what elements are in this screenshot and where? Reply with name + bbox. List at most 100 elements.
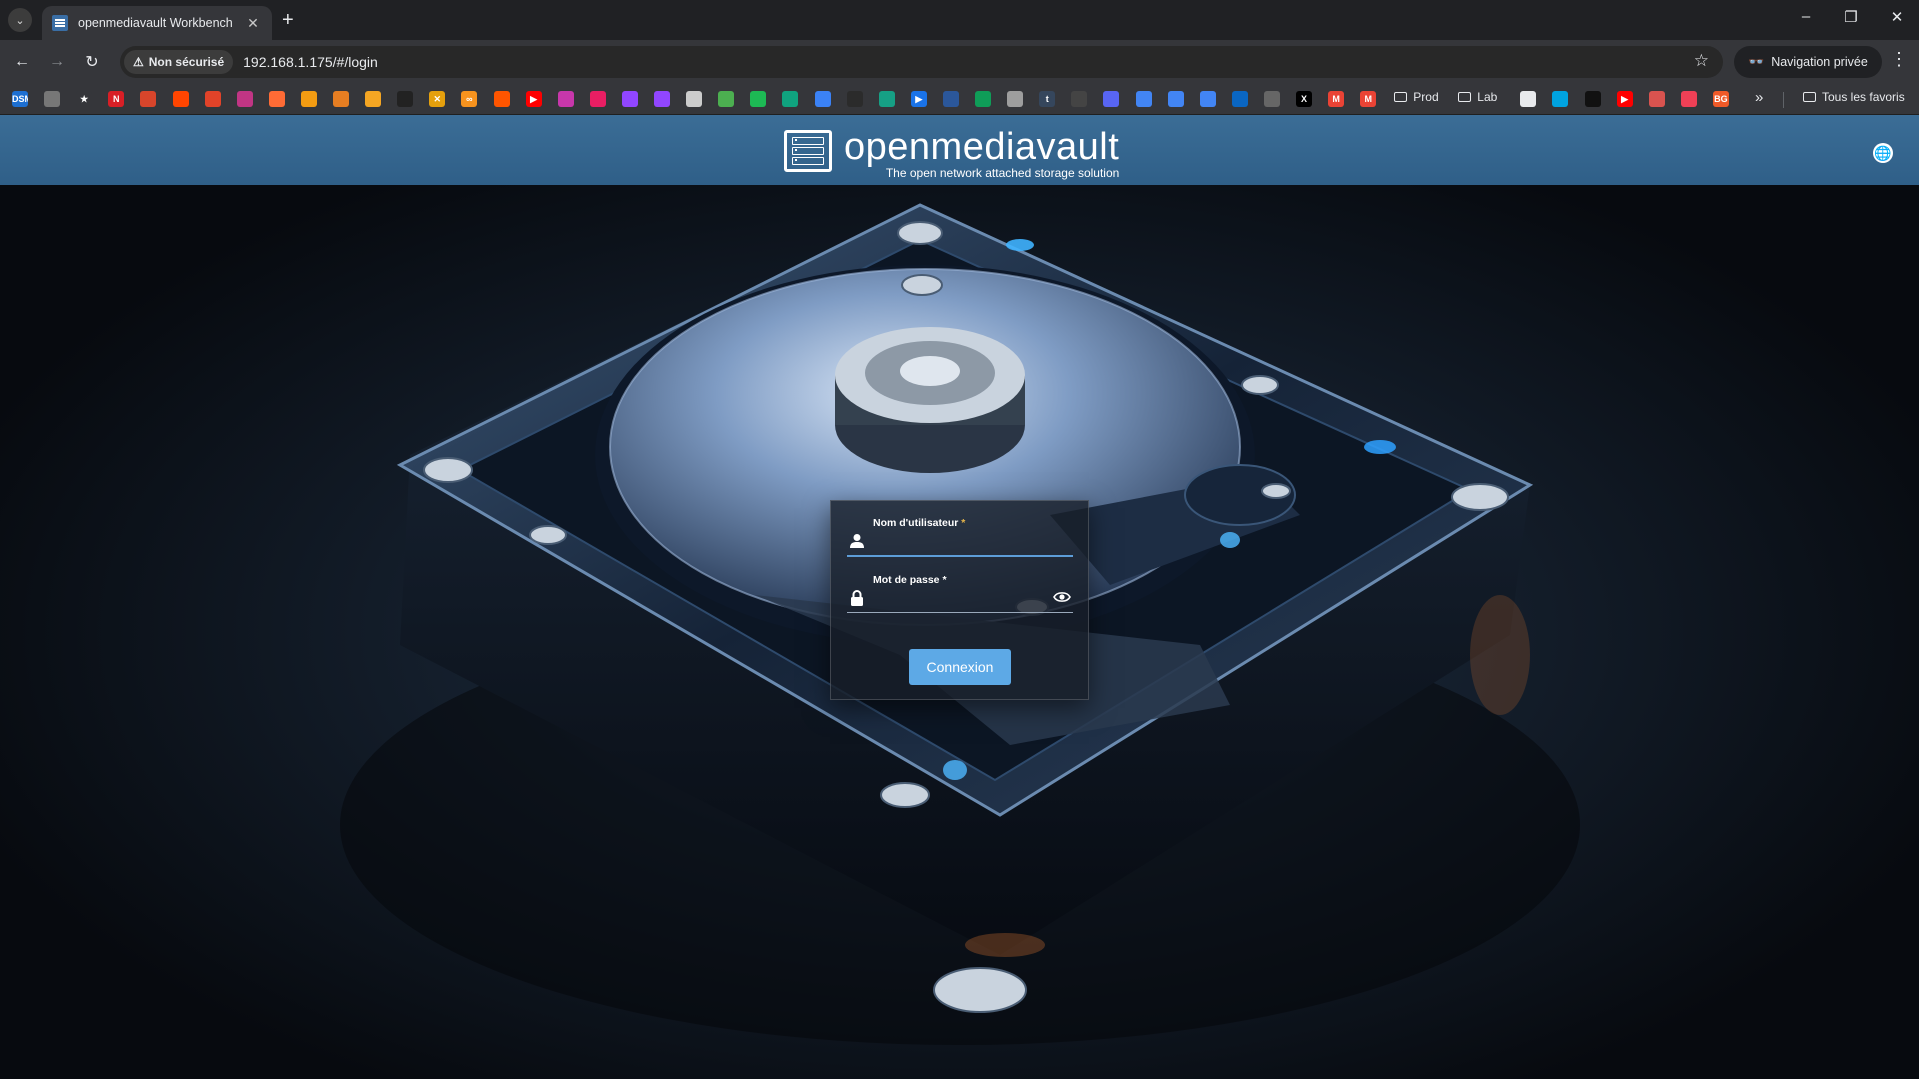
bookmark-bookmarks-2-icon[interactable]: ★	[76, 91, 93, 107]
bookmark-bookmarks-32-icon[interactable]: t	[1039, 91, 1056, 107]
all-bookmarks-label: Tous les favoris	[1822, 90, 1905, 104]
show-password-eye-icon[interactable]	[1053, 590, 1071, 604]
app-header: openmediavault The open network attached…	[0, 115, 1919, 185]
bookmark-bookmarks_after-3-icon[interactable]: ▶	[1616, 91, 1633, 107]
bookmark-bookmarks-36-icon[interactable]	[1167, 91, 1184, 107]
bookmark-bookmarks-19-icon[interactable]	[621, 91, 638, 107]
private-browsing-indicator[interactable]: 👓 Navigation privée	[1734, 46, 1882, 78]
url-text[interactable]: 192.168.1.175/#/login	[243, 54, 378, 70]
bookmark-bookmarks-8-icon[interactable]	[268, 91, 285, 107]
password-field[interactable]: Mot de passe *	[847, 568, 1073, 613]
password-label: Mot de passe *	[873, 574, 947, 586]
bookmarks-divider	[1783, 92, 1784, 108]
tab-title: openmediavault Workbench	[78, 16, 233, 30]
bookmark-bookmarks-6-icon[interactable]	[204, 91, 221, 107]
incognito-icon: 👓	[1748, 54, 1765, 69]
back-icon[interactable]: ←	[10, 50, 34, 74]
bookmark-bookmarks-24-icon[interactable]	[782, 91, 799, 107]
app-name: openmediavault	[844, 126, 1120, 168]
bookmark-bookmarks-20-icon[interactable]	[654, 91, 670, 107]
bookmark-bookmarks_after-5-icon[interactable]	[1680, 91, 1697, 107]
security-label: Non sécurisé	[148, 55, 225, 69]
bookmark-bookmarks-42-icon[interactable]: M	[1360, 91, 1377, 107]
bookmark-bookmarks-26-icon[interactable]	[846, 91, 863, 107]
tab-close-icon[interactable]: ✕	[244, 15, 262, 32]
username-label: Nom d'utilisateur *	[873, 517, 966, 529]
browser-menu-icon[interactable]: ⋮	[1890, 49, 1908, 70]
bookmark-bookmarks-18-icon[interactable]	[589, 91, 606, 107]
bookmark-bookmarks-22-icon[interactable]	[718, 91, 735, 107]
browser-toolbar: ← → ↻ ⚠ Non sécurisé 192.168.1.175/#/log…	[0, 40, 1919, 84]
bookmark-bookmarks_after-1-icon[interactable]	[1552, 91, 1569, 107]
browser-tab-active[interactable]: openmediavault Workbench ✕	[42, 6, 272, 40]
all-bookmarks-folder[interactable]: Tous les favoris	[1803, 90, 1905, 104]
bookmark-bookmarks-34-icon[interactable]	[1103, 91, 1120, 107]
bookmark-bookmarks-3-icon[interactable]: N	[108, 91, 125, 107]
omv-favicon-icon	[52, 15, 68, 31]
browser-tab-bar: ⌄ openmediavault Workbench ✕ + – ❐ ✕	[0, 0, 1919, 40]
folder-label: Prod	[1413, 90, 1439, 104]
bookmark-bookmarks-41-icon[interactable]: M	[1328, 91, 1345, 107]
bookmark-folder-lab[interactable]: Lab	[1458, 90, 1497, 104]
forward-icon[interactable]: →	[45, 50, 69, 74]
login-button[interactable]: Connexion	[909, 649, 1011, 685]
bookmark-bookmarks-33-icon[interactable]	[1071, 91, 1088, 107]
bookmark-star-icon[interactable]: ☆	[1694, 51, 1709, 71]
bookmark-bookmarks-39-icon[interactable]	[1263, 91, 1280, 107]
bookmark-bookmarks-16-icon[interactable]: ▶	[525, 91, 542, 107]
bookmark-bookmarks-0-icon[interactable]: DSM	[12, 91, 28, 107]
bookmark-bookmarks-40-icon[interactable]: X	[1296, 91, 1312, 107]
security-indicator[interactable]: ⚠ Non sécurisé	[124, 50, 234, 74]
bookmark-bookmarks-10-icon[interactable]	[333, 91, 349, 107]
bookmark-bookmarks-23-icon[interactable]	[750, 91, 767, 107]
bookmark-bookmarks-25-icon[interactable]	[814, 91, 831, 107]
folder-icon	[1458, 92, 1472, 102]
folder-icon	[1394, 92, 1408, 102]
bookmark-bookmarks-11-icon[interactable]	[365, 91, 382, 107]
app-tagline: The open network attached storage soluti…	[885, 166, 1120, 180]
bookmark-bookmarks-1-icon[interactable]	[44, 91, 61, 107]
bookmark-bookmarks-7-icon[interactable]	[236, 91, 253, 107]
folder-icon	[1803, 92, 1816, 102]
server-rack-icon	[784, 130, 832, 172]
address-bar[interactable]: ⚠ Non sécurisé 192.168.1.175/#/login ☆	[120, 46, 1723, 78]
bookmark-bookmarks-13-icon[interactable]: ✕	[429, 91, 446, 107]
bookmark-bookmarks_after-6-icon[interactable]: BG	[1712, 91, 1729, 107]
username-field[interactable]: Nom d'utilisateur *	[847, 511, 1073, 557]
bookmark-bookmarks-5-icon[interactable]	[172, 91, 189, 107]
bookmark-bookmarks-14-icon[interactable]: ∞	[461, 91, 478, 107]
language-globe-icon[interactable]: 🌐	[1873, 143, 1893, 163]
new-tab-button[interactable]: +	[282, 9, 294, 32]
bookmark-bookmarks-12-icon[interactable]	[397, 91, 414, 107]
bookmark-bookmarks-35-icon[interactable]	[1135, 91, 1152, 107]
password-input[interactable]	[873, 590, 1047, 610]
bookmark-bookmarks_after-2-icon[interactable]	[1584, 91, 1601, 107]
tab-search-button[interactable]: ⌄	[8, 8, 32, 32]
bookmark-bookmarks_after-0-icon[interactable]	[1520, 91, 1537, 107]
warning-icon: ⚠	[133, 55, 144, 69]
bookmark-bookmarks-30-icon[interactable]	[975, 91, 991, 107]
folder-label: Lab	[1477, 90, 1498, 104]
username-input[interactable]	[873, 533, 1047, 553]
bookmark-bookmarks-17-icon[interactable]	[557, 91, 574, 107]
more-bookmarks-icon[interactable]: »	[1755, 89, 1763, 106]
close-window-button[interactable]: ✕	[1885, 8, 1909, 26]
minimize-button[interactable]: –	[1794, 8, 1818, 25]
bookmark-bookmarks-28-icon[interactable]: ▶	[910, 91, 927, 107]
bookmark-bookmarks-4-icon[interactable]	[140, 91, 157, 107]
bookmark-bookmarks-27-icon[interactable]	[878, 91, 895, 107]
bookmark-bookmarks-9-icon[interactable]	[300, 91, 317, 107]
private-label: Navigation privée	[1771, 55, 1868, 69]
bookmarks-bar: Prod Lab » Tous les favoris DSM★N✕∞▶▶tXM…	[0, 84, 1919, 115]
bookmark-bookmarks_after-4-icon[interactable]	[1648, 91, 1665, 107]
bookmark-bookmarks-31-icon[interactable]	[1007, 91, 1024, 107]
omv-logo: openmediavault The open network attached…	[784, 126, 1120, 180]
restore-button[interactable]: ❐	[1839, 8, 1863, 26]
bookmark-folder-prod[interactable]: Prod	[1394, 90, 1439, 104]
bookmark-bookmarks-21-icon[interactable]	[686, 91, 703, 107]
bookmark-bookmarks-38-icon[interactable]	[1231, 91, 1248, 107]
bookmark-bookmarks-37-icon[interactable]	[1199, 91, 1216, 107]
reload-icon[interactable]: ↻	[80, 50, 104, 74]
bookmark-bookmarks-29-icon[interactable]	[942, 91, 959, 107]
bookmark-bookmarks-15-icon[interactable]	[493, 91, 510, 107]
